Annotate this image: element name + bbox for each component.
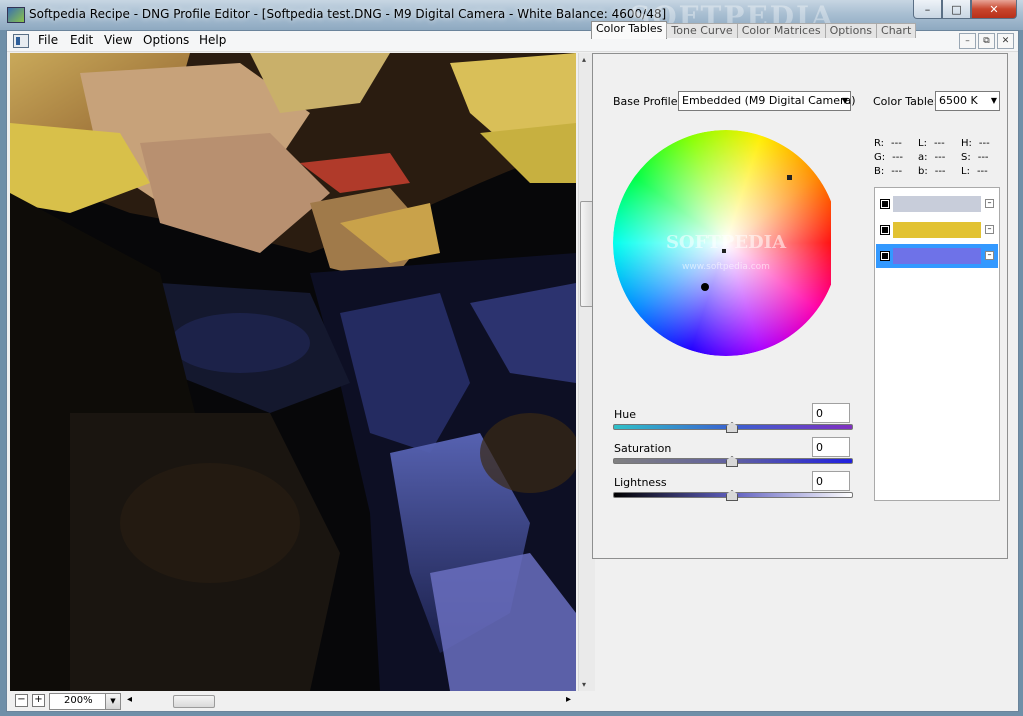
mdi-minimize-button[interactable]: – <box>959 33 976 49</box>
swatch-item-selected[interactable]: – <box>876 244 998 268</box>
readout-h-value: --- <box>978 138 990 149</box>
base-profile-select[interactable]: Embedded (M9 Digital Camera) ▼ <box>678 91 856 111</box>
zoom-in-button[interactable]: + <box>32 694 45 707</box>
swatch-item[interactable]: – <box>876 192 998 216</box>
swatch-color <box>893 196 981 212</box>
scroll-left-arrow[interactable]: ◂ <box>127 694 132 705</box>
saturation-value: 0 <box>816 441 823 454</box>
menu-edit[interactable]: Edit <box>66 33 97 47</box>
base-profile-label: Base Profile: <box>613 95 682 108</box>
readout-g-label: G: <box>874 152 886 163</box>
swatch-item[interactable]: – <box>876 218 998 242</box>
scroll-up-arrow[interactable]: ▴ <box>582 55 586 64</box>
main-frame: File Edit View Options Help – ⧉ ✕ ▴ ▾ − … <box>6 30 1019 712</box>
chevron-down-icon: ▼ <box>841 96 848 105</box>
swatch-color <box>893 222 981 238</box>
color-wheel[interactable]: SOFTPEDIA www.softpedia.com <box>613 130 831 356</box>
color-swatch-list[interactable]: – – – <box>874 187 1000 501</box>
document-icon[interactable] <box>13 34 29 48</box>
photo-image <box>10 53 576 691</box>
close-button[interactable]: ✕ <box>971 0 1017 19</box>
tab-chart[interactable]: Chart <box>876 23 917 38</box>
maximize-button[interactable]: □ <box>942 0 971 19</box>
remove-swatch-button[interactable]: – <box>985 251 994 260</box>
menu-options[interactable]: Options <box>139 33 193 47</box>
readout-r-label: R: <box>874 138 885 149</box>
menu-file[interactable]: File <box>34 33 62 47</box>
menu-view[interactable]: View <box>100 33 136 47</box>
minimize-button[interactable]: – <box>913 0 942 19</box>
readout-lum-label: L: <box>961 166 970 177</box>
lightness-label: Lightness <box>614 476 667 489</box>
wheel-center-point[interactable] <box>722 249 726 253</box>
wheel-url: www.softpedia.com <box>682 262 770 272</box>
mdi-close-button[interactable]: ✕ <box>997 33 1014 49</box>
swatch-checkbox[interactable] <box>880 251 890 261</box>
saturation-input[interactable]: 0 <box>812 437 850 457</box>
readout-a-label: a: <box>918 152 928 163</box>
lightness-value: 0 <box>816 475 823 488</box>
readout-a-value: --- <box>934 152 946 163</box>
readout-s-value: --- <box>977 152 989 163</box>
wheel-sample-point[interactable] <box>787 175 792 180</box>
remove-swatch-button[interactable]: – <box>985 225 994 234</box>
chevron-down-icon[interactable]: ▼ <box>105 694 120 709</box>
horizontal-scroll-thumb[interactable] <box>173 695 215 708</box>
hue-label: Hue <box>614 408 637 421</box>
lightness-input[interactable]: 0 <box>812 471 850 491</box>
app-window: Softpedia Recipe - DNG Profile Editor - … <box>0 0 1023 716</box>
hue-input[interactable]: 0 <box>812 403 850 423</box>
readout-g-value: --- <box>892 152 903 163</box>
readout-l-value: --- <box>933 138 945 149</box>
menu-help[interactable]: Help <box>195 33 230 47</box>
image-horizontal-scrollbar[interactable]: ◂ ▸ <box>125 694 573 708</box>
readout-b-label: B: <box>874 166 885 177</box>
color-table-label: Color Table: <box>873 95 938 108</box>
hue-value: 0 <box>816 407 823 420</box>
viewer-toolbar: − + 200% ▼ ◂ ▸ <box>7 692 595 710</box>
chevron-down-icon: ▼ <box>990 96 997 105</box>
tab-options[interactable]: Options <box>824 23 878 38</box>
swatch-checkbox[interactable] <box>880 225 890 235</box>
remove-swatch-button[interactable]: – <box>985 199 994 208</box>
swatch-color <box>893 248 981 264</box>
readout-bb-label: b: <box>918 166 928 177</box>
wheel-selected-point[interactable] <box>701 283 709 291</box>
zoom-select[interactable]: 200% ▼ <box>49 693 121 710</box>
swatch-checkbox[interactable] <box>880 199 890 209</box>
readout-s-label: S: <box>961 152 971 163</box>
window-title: Softpedia Recipe - DNG Profile Editor - … <box>29 7 667 21</box>
wheel-watermark: SOFTPEDIA <box>666 232 787 253</box>
app-icon[interactable] <box>7 7 25 23</box>
readout-l-label: L: <box>918 138 927 149</box>
saturation-label: Saturation <box>614 442 672 455</box>
readout-r-value: --- <box>891 138 902 149</box>
zoom-out-button[interactable]: − <box>15 694 28 707</box>
tab-color-tables[interactable]: Color Tables <box>591 21 668 39</box>
mdi-restore-button[interactable]: ⧉ <box>978 33 995 49</box>
readout-b-value: --- <box>891 166 903 177</box>
readout-lum-value: --- <box>976 166 988 177</box>
scroll-right-arrow[interactable]: ▸ <box>566 694 571 705</box>
color-table-select[interactable]: 6500 K ▼ <box>935 91 1000 111</box>
image-canvas[interactable] <box>10 53 576 691</box>
base-profile-value: Embedded (M9 Digital Camera) <box>682 94 856 107</box>
tab-tone-curve[interactable]: Tone Curve <box>666 23 738 38</box>
color-table-value: 6500 K <box>939 94 978 107</box>
readout-h-label: H: <box>961 138 972 149</box>
tab-strip: Color Tables Tone Curve Color Matrices O… <box>591 21 917 39</box>
scroll-down-arrow[interactable]: ▾ <box>582 680 586 689</box>
color-readout: R: --- L: --- H: --- G: --- a: --- S: --- B: --… <box>874 137 1004 179</box>
tab-color-matrices[interactable]: Color Matrices <box>736 23 826 38</box>
zoom-value: 200% <box>64 695 93 706</box>
readout-bb-value: --- <box>934 166 946 177</box>
